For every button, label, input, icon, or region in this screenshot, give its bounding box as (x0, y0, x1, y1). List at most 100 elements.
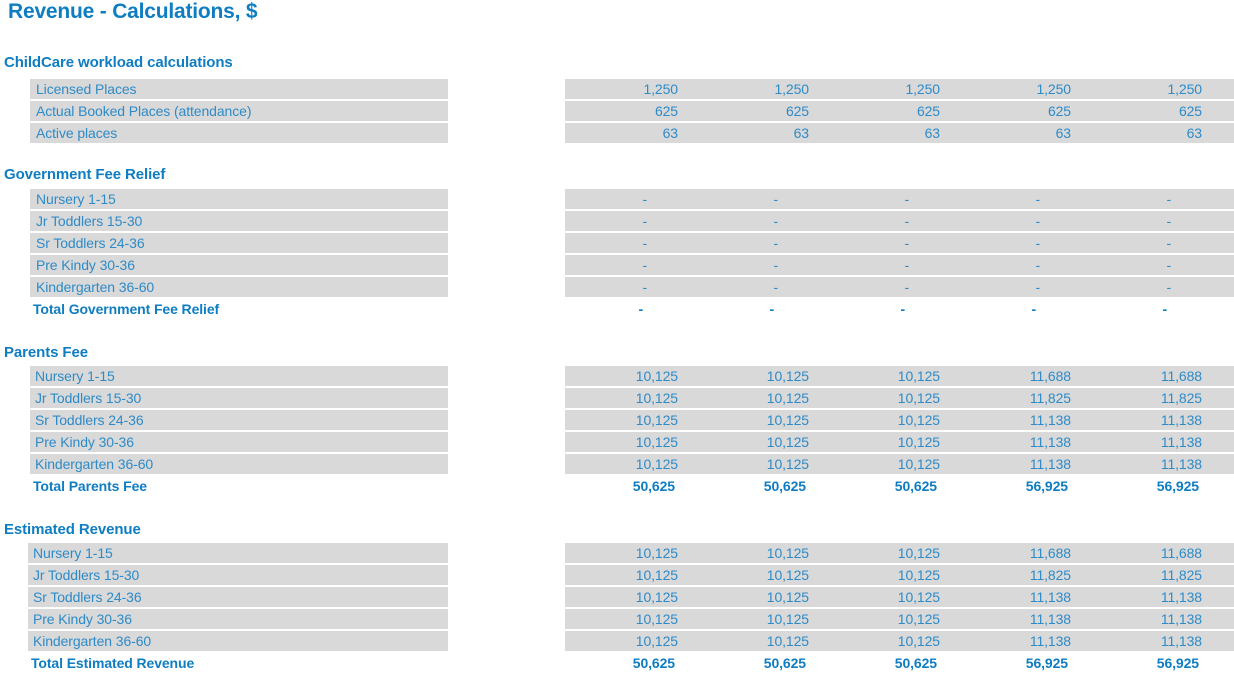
table-cell[interactable]: 10,125 (696, 389, 818, 408)
table-cell[interactable]: - (565, 212, 687, 231)
table-row[interactable]: Licensed Places 1,250 1,250 1,250 1,250 1,250 (0, 79, 1234, 101)
table-cell[interactable]: 10,125 (827, 433, 949, 452)
table-cell[interactable]: - (565, 234, 687, 253)
table-row[interactable]: Pre Kindy 30-36- - - - - (0, 255, 1234, 277)
table-cell[interactable]: 11,688 (958, 367, 1080, 386)
table-cell[interactable]: - (1089, 212, 1211, 231)
table-cell[interactable]: 10,125 (565, 610, 687, 629)
table-cell[interactable]: 11,138 (958, 433, 1080, 452)
table-cell[interactable]: 11,688 (1089, 367, 1211, 386)
table-cell[interactable]: 11,688 (1089, 544, 1211, 563)
table-cell[interactable]: - (827, 234, 949, 253)
table-cell[interactable]: 1,250 (827, 80, 949, 99)
table-cell[interactable]: 11,138 (958, 411, 1080, 430)
table-cell[interactable]: 11,138 (1089, 588, 1211, 607)
table-cell[interactable]: 10,125 (696, 544, 818, 563)
table-row[interactable]: Kindergarten 36-60- - - - - (0, 277, 1234, 299)
table-cell[interactable]: 10,125 (565, 588, 687, 607)
table-row[interactable]: Sr Toddlers 24-36- - - - - (0, 233, 1234, 255)
table-cell[interactable]: 11,138 (958, 588, 1080, 607)
table-cell[interactable]: 625 (1089, 102, 1211, 121)
table-cell[interactable]: - (1089, 300, 1211, 319)
table-cell[interactable]: 1,250 (565, 80, 687, 99)
table-cell[interactable]: 10,125 (827, 610, 949, 629)
table-cell[interactable]: 10,125 (827, 367, 949, 386)
table-cell[interactable]: 10,125 (696, 455, 818, 474)
table-cell[interactable]: - (696, 190, 818, 209)
table-cell[interactable]: 10,125 (696, 632, 818, 651)
table-cell[interactable]: 50,625 (827, 477, 949, 496)
table-cell[interactable]: - (1089, 190, 1211, 209)
table-row[interactable]: Pre Kindy 30-36 10,125 10,125 10,125 11,138 1… (0, 432, 1234, 454)
table-cell[interactable]: 63 (565, 124, 687, 143)
table-cell[interactable]: 10,125 (827, 411, 949, 430)
table-row[interactable]: Nursery 1-15 10,125 10,125 10,125 11,688 11,6… (0, 366, 1234, 388)
table-cell[interactable]: 10,125 (565, 544, 687, 563)
table-cell[interactable]: 50,625 (827, 654, 949, 673)
table-cell[interactable]: 10,125 (565, 566, 687, 585)
table-cell[interactable]: 10,125 (827, 389, 949, 408)
table-cell[interactable]: 10,125 (565, 632, 687, 651)
table-cell[interactable]: - (565, 278, 687, 297)
table-row[interactable]: Pre Kindy 30-36 10,125 10,125 10,125 11,138 1… (0, 609, 1234, 631)
table-cell[interactable]: 10,125 (827, 455, 949, 474)
table-row[interactable]: Sr Toddlers 24-36 10,125 10,125 10,125 11,13… (0, 410, 1234, 432)
table-cell[interactable]: 11,138 (958, 455, 1080, 474)
table-cell[interactable]: - (696, 212, 818, 231)
table-row[interactable]: Kindergarten 36-60 10,125 10,125 10,125 11,1… (0, 454, 1234, 476)
table-cell[interactable]: 50,625 (696, 477, 818, 496)
table-cell[interactable]: - (958, 212, 1080, 231)
table-cell[interactable]: - (1089, 278, 1211, 297)
table-cell[interactable]: 56,925 (958, 477, 1080, 496)
table-cell[interactable]: 10,125 (696, 433, 818, 452)
table-row[interactable]: Jr Toddlers 15-30 10,125 10,125 10,125 11,82… (0, 388, 1234, 410)
table-cell[interactable]: 10,125 (565, 389, 687, 408)
table-cell[interactable]: 50,625 (696, 654, 818, 673)
table-cell[interactable]: - (958, 278, 1080, 297)
table-cell[interactable]: - (827, 256, 949, 275)
table-cell[interactable]: 10,125 (696, 610, 818, 629)
table-cell[interactable]: - (565, 190, 687, 209)
table-cell[interactable]: 63 (1089, 124, 1211, 143)
table-cell[interactable]: 625 (565, 102, 687, 121)
table-cell[interactable]: 625 (958, 102, 1080, 121)
table-cell[interactable]: 63 (827, 124, 949, 143)
table-cell[interactable]: 50,625 (565, 654, 687, 673)
table-row[interactable]: Jr Toddlers 15-30- - - - - (0, 211, 1234, 233)
table-cell[interactable]: - (958, 256, 1080, 275)
table-cell[interactable]: 11,138 (1089, 411, 1211, 430)
table-cell[interactable]: - (827, 278, 949, 297)
table-cell[interactable]: 10,125 (696, 566, 818, 585)
table-row-total[interactable]: Total Parents Fee 50,625 50,625 50,625 56,92… (0, 476, 1234, 498)
table-cell[interactable]: 11,138 (1089, 455, 1211, 474)
table-cell[interactable]: - (1089, 256, 1211, 275)
table-cell[interactable]: - (958, 300, 1080, 319)
table-cell[interactable]: 10,125 (565, 367, 687, 386)
table-cell[interactable]: 1,250 (1089, 80, 1211, 99)
table-cell[interactable]: 11,825 (958, 566, 1080, 585)
table-row[interactable]: Kindergarten 36-60 10,125 10,125 10,125 11,1… (0, 631, 1234, 653)
table-cell[interactable]: 11,138 (1089, 610, 1211, 629)
table-cell[interactable]: 11,688 (958, 544, 1080, 563)
table-cell[interactable]: 50,625 (565, 477, 687, 496)
table-row[interactable]: Nursery 1-15- - - - - (0, 189, 1234, 211)
table-cell[interactable]: - (1089, 234, 1211, 253)
table-cell[interactable]: 63 (958, 124, 1080, 143)
table-cell[interactable]: 56,925 (1089, 654, 1211, 673)
table-cell[interactable]: 10,125 (565, 411, 687, 430)
table-row[interactable]: Nursery 1-15 10,125 10,125 10,125 11,688 11,6… (0, 543, 1234, 565)
table-cell[interactable]: - (696, 234, 818, 253)
table-cell[interactable]: - (696, 256, 818, 275)
table-cell[interactable]: 10,125 (827, 588, 949, 607)
table-cell[interactable]: 11,138 (958, 610, 1080, 629)
table-cell[interactable]: 11,825 (1089, 389, 1211, 408)
table-cell[interactable]: 10,125 (696, 588, 818, 607)
table-cell[interactable]: 625 (827, 102, 949, 121)
table-cell[interactable]: 10,125 (827, 632, 949, 651)
table-cell[interactable]: 10,125 (827, 566, 949, 585)
table-cell[interactable]: - (827, 300, 949, 319)
table-cell[interactable]: - (565, 256, 687, 275)
table-cell[interactable]: 63 (696, 124, 818, 143)
table-row-total[interactable]: Total Estimated Revenue 50,625 50,625 50,62… (0, 653, 1234, 675)
table-cell[interactable]: 56,925 (1089, 477, 1211, 496)
